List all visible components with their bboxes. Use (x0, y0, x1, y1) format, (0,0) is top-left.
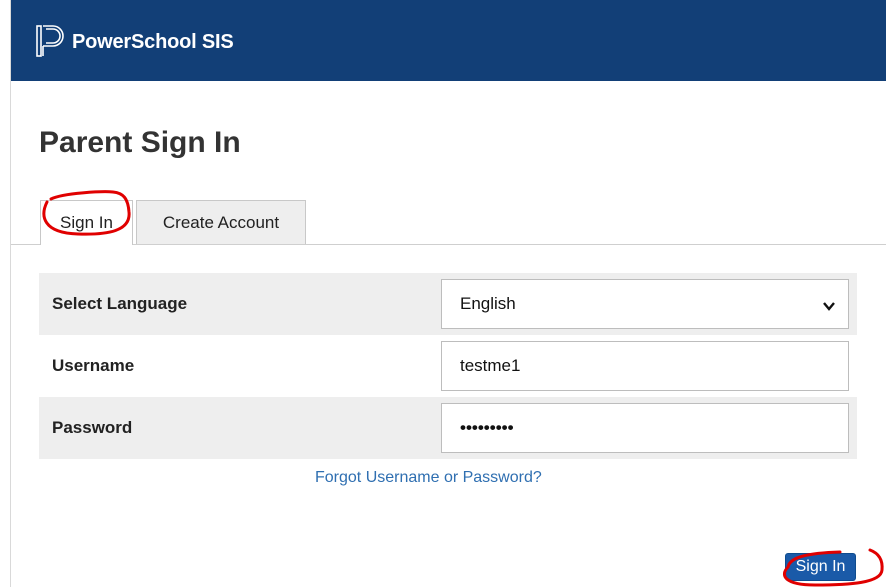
left-window-edge (0, 0, 11, 587)
tab-sign-in[interactable]: Sign In (40, 200, 133, 245)
sign-in-button-label: Sign In (795, 558, 846, 575)
sign-in-button[interactable]: Sign In (785, 553, 856, 581)
language-row: Select Language English (39, 273, 857, 335)
username-input[interactable]: testme1 (441, 341, 849, 391)
tab-create-account-label: Create Account (162, 212, 280, 232)
chevron-down-icon (822, 298, 836, 312)
username-value: testme1 (460, 356, 521, 375)
username-row: Username testme1 (39, 335, 857, 397)
app-title: PowerSchool SIS (72, 31, 234, 53)
language-select[interactable]: English (441, 279, 849, 329)
language-label: Select Language (52, 294, 188, 313)
password-input[interactable]: ••••••••• (441, 403, 849, 453)
password-label: Password (52, 418, 133, 437)
signin-page: PowerSchool SIS Parent Sign In Sign In C… (0, 0, 886, 587)
powerschool-logo-icon (36, 25, 64, 57)
page-title: Parent Sign In (39, 126, 241, 159)
language-selected-value: English (460, 294, 516, 313)
tab-create-account[interactable]: Create Account (136, 200, 306, 244)
password-masked-value: ••••••••• (460, 418, 514, 437)
username-label: Username (52, 356, 135, 375)
forgot-username-password-link[interactable]: Forgot Username or Password? (315, 469, 542, 487)
signin-form: Select Language English Username testme1… (39, 273, 857, 459)
password-row: Password ••••••••• (39, 397, 857, 459)
top-header-bar: PowerSchool SIS (11, 0, 886, 81)
tab-sign-in-label: Sign In (60, 213, 113, 232)
tab-strip-divider (11, 244, 886, 245)
